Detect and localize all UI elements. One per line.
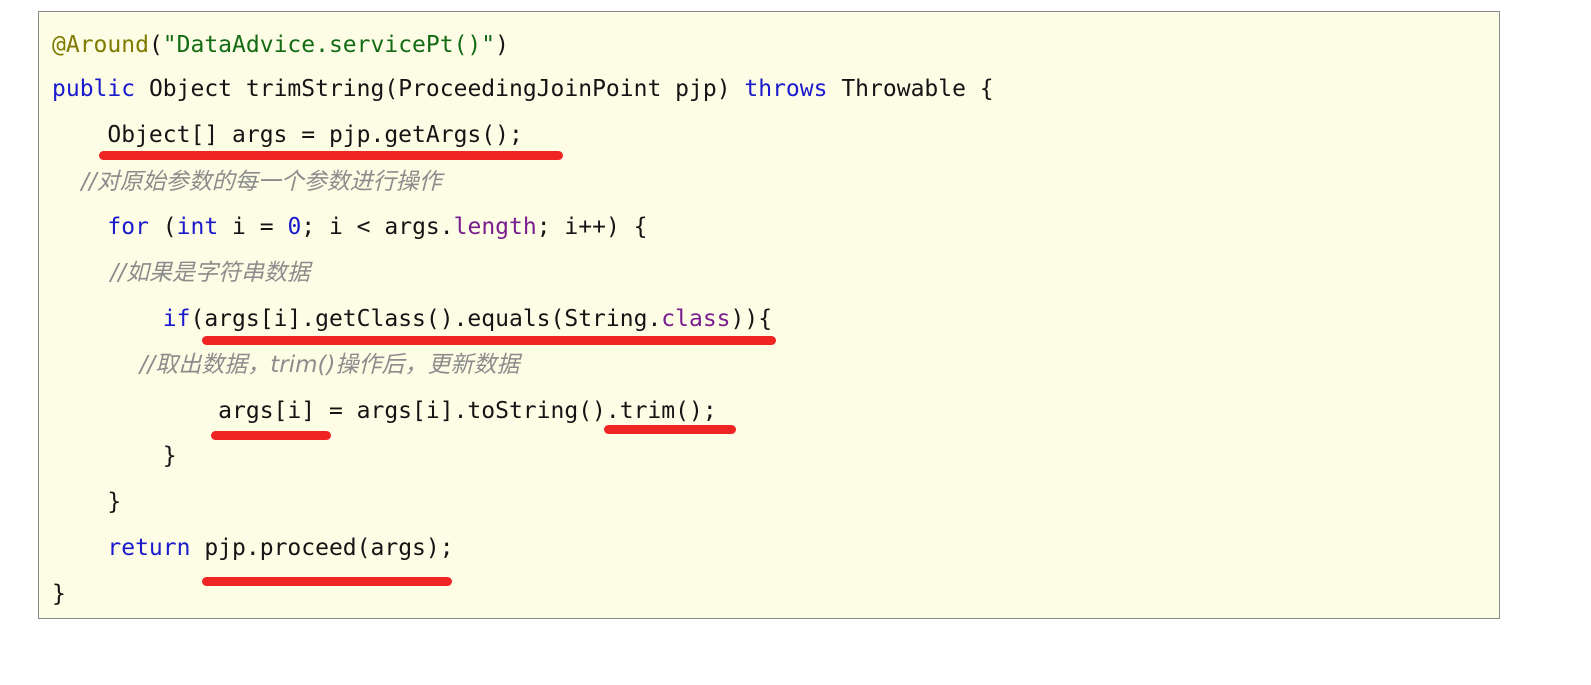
highlight-underline-proceed bbox=[202, 577, 452, 586]
code-token-field: length bbox=[453, 214, 537, 240]
code-token-plain: ; i++) { bbox=[536, 214, 648, 240]
code-token-plain: trimString bbox=[245, 76, 385, 102]
code-line: //对原始参数的每一个参数进行操作 bbox=[52, 166, 442, 198]
code-line: } bbox=[52, 578, 66, 610]
code-token-plain: ( bbox=[148, 214, 177, 240]
code-token-num: 0 bbox=[287, 214, 302, 240]
code-token-comment: //对原始参数的每一个参数进行操作 bbox=[52, 169, 442, 195]
code-token-string: "DataAdvice.servicePt()" bbox=[162, 32, 496, 58]
code-line: //如果是字符串数据 bbox=[52, 257, 310, 289]
code-token-plain: } bbox=[52, 489, 122, 515]
code-token-plain: (args[i].getClass().equals(String. bbox=[190, 306, 662, 332]
code-token-kw: int bbox=[176, 214, 219, 240]
code-line: args[i] = args[i].toString().trim(); bbox=[52, 395, 717, 427]
highlight-underline-if-condition bbox=[202, 336, 776, 345]
code-token-kw: public bbox=[52, 76, 136, 102]
code-token-plain: pjp.proceed(args); bbox=[190, 535, 454, 561]
code-token-plain: Throwable { bbox=[827, 76, 994, 102]
code-token-plain: (ProceedingJoinPoint pjp) bbox=[384, 76, 745, 102]
code-line: public Object trimString(ProceedingJoinP… bbox=[52, 73, 994, 105]
code-line: Object[] args = pjp.getArgs(); bbox=[52, 119, 523, 151]
code-token-annot: @Around bbox=[52, 32, 149, 58]
highlight-underline-getargs bbox=[99, 151, 563, 160]
code-token-kw: if bbox=[162, 306, 191, 332]
code-token-plain: args[i] = args[i].toString().trim(); bbox=[52, 398, 717, 424]
code-line: if(args[i].getClass().equals(String.clas… bbox=[52, 303, 772, 335]
code-token-plain: ) bbox=[495, 32, 509, 58]
code-token-kw: throws bbox=[744, 76, 828, 102]
code-token-plain: } bbox=[52, 443, 177, 469]
code-token-plain: ( bbox=[148, 32, 163, 58]
code-token-plain: ; i < args. bbox=[301, 214, 454, 240]
code-token-field: class bbox=[661, 306, 731, 332]
code-line: return pjp.proceed(args); bbox=[52, 532, 454, 564]
code-line: for (int i = 0; i < args.length; i++) { bbox=[52, 211, 648, 243]
code-token-plain: Object bbox=[135, 76, 246, 102]
code-line: } bbox=[52, 440, 177, 472]
highlight-underline-args-i bbox=[211, 431, 331, 440]
code-token-kw: return bbox=[107, 535, 191, 561]
code-line: //取出数据，trim()操作后，更新数据 bbox=[52, 349, 520, 381]
code-snippet-panel: @Around("DataAdvice.servicePt()") public … bbox=[38, 11, 1500, 619]
code-line: } bbox=[52, 486, 121, 518]
code-line: @Around("DataAdvice.servicePt()") bbox=[52, 29, 509, 61]
code-token-comment: //取出数据，trim()操作后，更新数据 bbox=[52, 352, 520, 378]
code-token-plain: Object[] args = pjp.getArgs(); bbox=[52, 122, 523, 148]
code-token-plain: )){ bbox=[730, 306, 773, 332]
code-token-plain: } bbox=[52, 581, 66, 607]
code-token-comment: //如果是字符串数据 bbox=[52, 260, 310, 286]
code-token-plain: i = bbox=[218, 214, 288, 240]
code-token-kw: for bbox=[107, 214, 149, 240]
